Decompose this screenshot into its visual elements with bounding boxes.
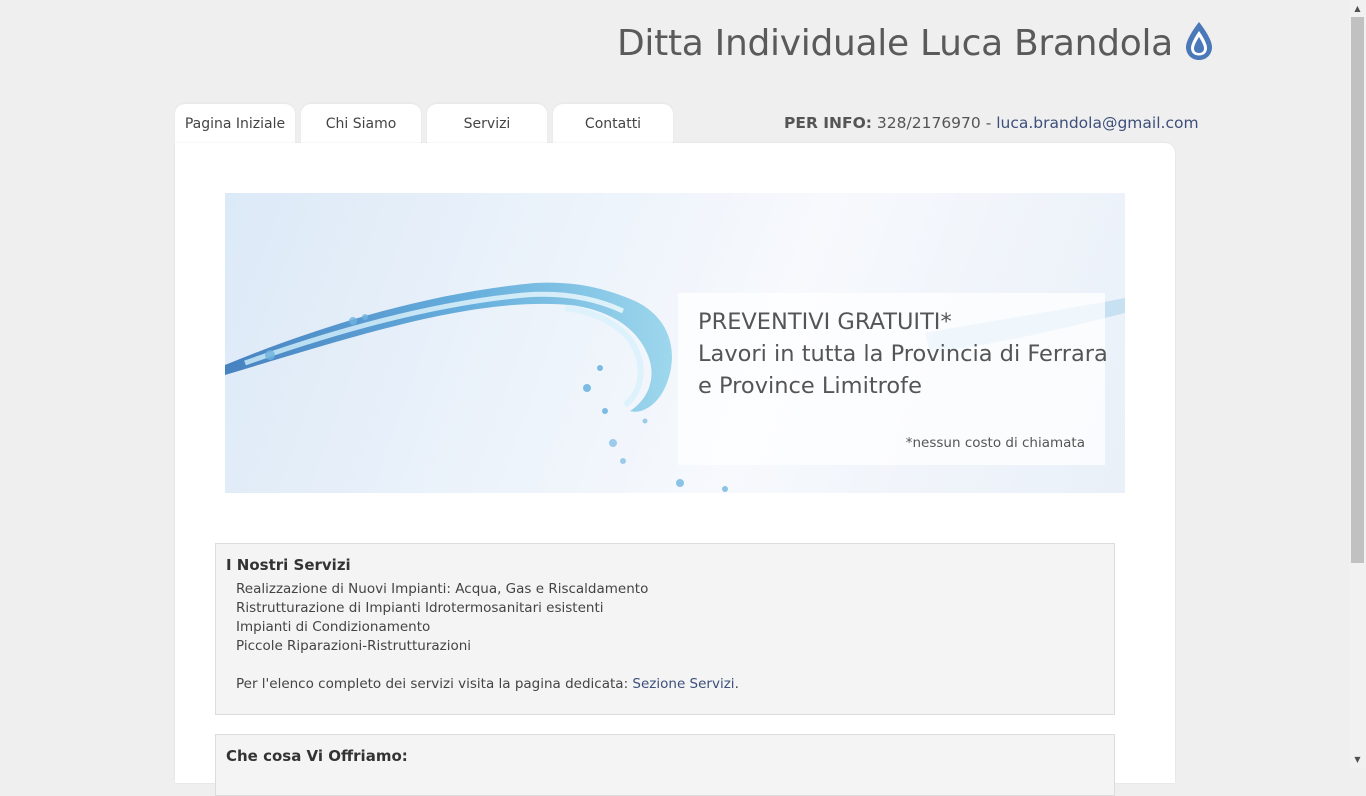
site-title-text: Ditta Individuale Luca Brandola (617, 22, 1173, 64)
services-title: I Nostri Servizi (226, 556, 351, 574)
services-note: Per l'elenco completo dei servizi visita… (236, 676, 739, 692)
service-item: Ristrutturazione di Impianti Idrotermosa… (236, 600, 604, 616)
tab-servizi[interactable]: Servizi (427, 104, 547, 144)
tab-pagina-iniziale[interactable]: Pagina Iniziale (175, 104, 295, 144)
site-title: Ditta Individuale Luca Brandola (617, 22, 1215, 64)
scrollbar-thumb[interactable] (1351, 17, 1364, 563)
offer-title: Che cosa Vi Offriamo: (226, 747, 408, 765)
tab-chi-siamo[interactable]: Chi Siamo (301, 104, 421, 144)
service-item: Impianti di Condizionamento (236, 619, 431, 635)
service-item: Realizzazione di Nuovi Impianti: Acqua, … (236, 581, 649, 597)
hero-footnote: *nessun costo di chiamata (905, 435, 1085, 451)
hero-banner: PREVENTIVI GRATUITI* Lavori in tutta la … (225, 193, 1125, 493)
info-label: PER INFO: (784, 114, 872, 132)
scroll-down-icon[interactable]: ▼ (1349, 751, 1366, 768)
services-section-link[interactable]: Sezione Servizi (632, 676, 734, 692)
hero-subline-2: e Province Limitrofe (698, 373, 922, 399)
contact-info: PER INFO: 328/2176970 - luca.brandola@gm… (784, 114, 1199, 132)
email-link[interactable]: luca.brandola@gmail.com (996, 114, 1198, 132)
scroll-up-icon[interactable]: ▲ (1349, 0, 1366, 17)
services-note-text: Per l'elenco completo dei servizi visita… (236, 676, 629, 692)
tab-contatti[interactable]: Contatti (553, 104, 673, 144)
services-box: I Nostri Servizi Realizzazione di Nuovi … (215, 543, 1115, 715)
services-note-end: . (734, 676, 739, 692)
hero-headline: PREVENTIVI GRATUITI* (698, 309, 952, 335)
water-drop-icon (1183, 20, 1215, 62)
hero-text-box: PREVENTIVI GRATUITI* Lavori in tutta la … (678, 293, 1108, 465)
service-item: Piccole Riparazioni-Ristrutturazioni (236, 638, 472, 654)
offer-box: Che cosa Vi Offriamo: (215, 734, 1115, 796)
info-separator: - (985, 114, 992, 132)
vertical-scrollbar[interactable]: ▲ ▼ (1349, 0, 1366, 768)
hero-subline-1: Lavori in tutta la Provincia di Ferrara (698, 341, 1108, 367)
phone-number: 328/2176970 (876, 114, 981, 132)
